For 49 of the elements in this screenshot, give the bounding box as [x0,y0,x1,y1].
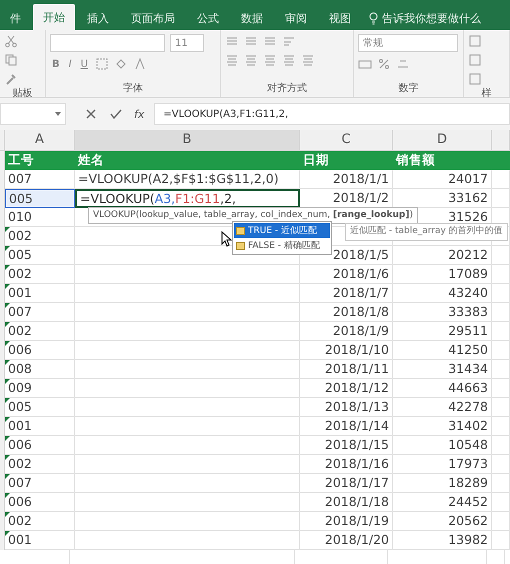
ribbon-group-label: 贴板 [12,86,34,101]
ribbon-tab[interactable]: 插入 [77,6,119,30]
name-box[interactable] [0,103,66,125]
style-icon[interactable] [468,34,482,48]
font-style-button[interactable]: B [50,58,62,70]
insert-function-button[interactable]: fx [134,108,144,120]
ribbon-tab[interactable]: 公式 [187,6,229,30]
copy-icon[interactable] [4,53,18,67]
ribbon-group-label: 数字 [398,82,420,96]
lightbulb-icon [369,12,378,24]
border-icon[interactable] [94,57,109,71]
ribbon-tab[interactable]: 开始 [33,4,75,30]
row-header[interactable] [0,531,5,550]
ribbon-tab[interactable]: 件 [0,6,31,30]
table-cell: 005 [5,189,75,208]
font-name-field[interactable] [50,34,165,52]
align-icon[interactable] [244,53,258,67]
number-format-field[interactable]: 常规 [358,34,458,52]
editing-cell[interactable]: =VLOOKUP(A3,F1:G11,2, [75,189,300,208]
align-icon[interactable] [301,53,315,67]
fill-color-icon[interactable] [114,57,128,71]
ribbon-group-label: 字体 [122,82,144,96]
ribbon-group-label: 样 [480,86,492,101]
font-style-button[interactable]: U [78,58,90,70]
checkmark-icon[interactable] [110,109,122,119]
font-color-icon[interactable] [132,57,147,71]
syntax-tooltip: VLOOKUP(lookup_value, table_array, col_index_num, [range_lookup]) [88,207,418,224]
formula-input[interactable]: =VLOOKUP(A3,F1:G11,2, [154,103,510,125]
style-icon[interactable] [468,53,482,67]
align-icon[interactable] [263,53,277,67]
row-header[interactable] [0,151,5,170]
font-size-field[interactable]: 11 [170,34,204,52]
font-style-button[interactable]: I [66,58,74,70]
align-icon[interactable] [282,53,296,67]
percent-icon[interactable] [377,57,391,71]
cut-icon[interactable] [4,34,18,48]
ribbon-tab[interactable]: 审阅 [275,6,317,30]
style-icon[interactable] [468,72,482,86]
column-header[interactable]: B [75,130,300,150]
autocomplete-description: 近似匹配 - table_array 的首列中的值 [345,223,508,241]
ribbon-tab[interactable]: 数据 [231,6,273,30]
ribbon-tab[interactable]: 页面布局 [121,6,185,30]
ribbon-group-label: 对齐方式 [266,82,308,96]
brush-icon[interactable] [4,72,18,86]
align-icon[interactable] [225,53,239,67]
tell-me-field[interactable]: 告诉我你想要做什么 [382,10,481,26]
ribbon-tab[interactable]: 视图 [319,6,361,30]
cancel-icon[interactable] [86,109,96,119]
autocomplete-item[interactable]: TRUE - 近似匹配 [234,223,330,238]
